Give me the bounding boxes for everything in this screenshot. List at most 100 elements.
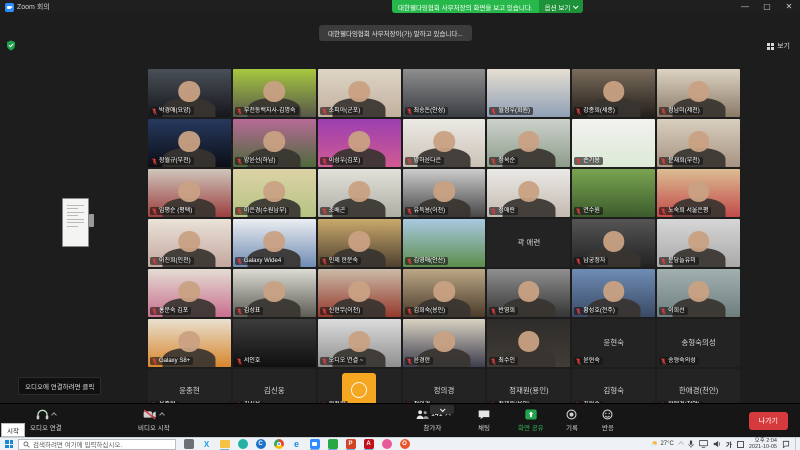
zoom-icon[interactable] — [308, 438, 321, 450]
participant-tile[interactable]: 정옥순 — [487, 119, 570, 167]
participant-tile[interactable]: Galaxy Wide4 — [233, 219, 316, 267]
participant-name-label: 분당늘유미 — [659, 257, 699, 265]
ime-options-icon[interactable] — [737, 441, 744, 448]
mic-muted-icon — [237, 108, 242, 115]
participant-tile[interactable]: 조배곤 — [318, 169, 401, 217]
record-button[interactable]: 기록 — [566, 409, 578, 432]
participant-tile[interactable]: 최수인 — [487, 319, 570, 367]
ime-indicator[interactable]: 가 — [726, 439, 732, 449]
participant-tile[interactable]: 문재희(부천) — [657, 119, 740, 167]
reactions-button[interactable]: 반응 — [602, 409, 614, 432]
reactions-label: 반응 — [602, 422, 614, 432]
participant-name-centered: 정재원(용인) — [487, 385, 570, 396]
task-view-icon[interactable] — [182, 438, 195, 450]
system-tray: 27°C 가 오후 2:04 2021-10-05 — [650, 438, 800, 450]
participant-tile[interactable]: 월정우(회원) — [487, 69, 570, 117]
join-audio-button[interactable]: 오디오 연결 — [30, 409, 62, 432]
participant-tile[interactable]: 소피아(군포) — [318, 69, 401, 117]
close-button[interactable]: ✕ — [778, 0, 800, 13]
green-app-icon[interactable] — [326, 438, 339, 450]
preview-drag-handle[interactable] — [89, 214, 94, 227]
participant-tile[interactable]: Galaxy S8+ — [148, 319, 231, 367]
chat-button[interactable]: 채팅 — [478, 409, 490, 432]
view-options-button[interactable]: 옵션 보기 — [539, 0, 584, 13]
vscode-icon[interactable]: X — [200, 438, 213, 450]
participant-tile[interactable]: 김영애(안산) — [403, 219, 486, 267]
participant-tile[interactable]: 인제 한문숙 — [318, 219, 401, 267]
participant-tile[interactable]: 이성우(김포) — [318, 119, 401, 167]
participant-tile[interactable]: 오디오 연결 ~ — [318, 319, 401, 367]
participant-tile[interactable]: 부천동백지사-김명숙 — [233, 69, 316, 117]
notification-center-icon[interactable] — [782, 440, 790, 448]
participant-tile[interactable]: 윤현숙윤현숙 — [572, 319, 655, 367]
start-button[interactable] — [0, 438, 18, 450]
participant-face — [179, 231, 201, 251]
acrobat-icon[interactable]: A — [362, 438, 375, 450]
kakao-icon[interactable] — [236, 438, 249, 450]
participant-tile[interactable]: 강종희(세종) — [572, 69, 655, 117]
powerpoint-icon[interactable]: P — [344, 438, 357, 450]
grid-collapse-button[interactable] — [430, 405, 454, 414]
participant-face — [348, 81, 370, 101]
participant-tile[interactable]: 남궁정자 — [572, 219, 655, 267]
participant-tile[interactable]: 김성표 — [233, 269, 316, 317]
participant-name-label: 신현무(이천) — [320, 307, 364, 315]
participant-tile[interactable]: 이진희(인천) — [148, 219, 231, 267]
participant-tile[interactable]: 김희숙(용인) — [403, 269, 486, 317]
show-desktop-button[interactable] — [795, 438, 798, 450]
participant-tile[interactable]: 정애란 — [487, 169, 570, 217]
video-options-caret[interactable] — [160, 412, 166, 418]
participant-tile[interactable]: 서인호 — [233, 319, 316, 367]
participant-tile[interactable]: 신현무(이천) — [318, 269, 401, 317]
participant-tile[interactable]: 황성호(전주) — [572, 269, 655, 317]
participant-tile[interactable]: 윤경한 — [403, 319, 486, 367]
participant-tile[interactable]: 연수원 — [572, 169, 655, 217]
participant-tile[interactable]: 유득용(이천) — [403, 169, 486, 217]
chat-icon — [478, 409, 490, 420]
taskbar-clock[interactable]: 오후 2:04 2021-10-05 — [749, 438, 777, 450]
participant-tile[interactable]: 양윤선(하남) — [233, 119, 316, 167]
opera-icon[interactable]: O — [398, 438, 411, 450]
audio-options-caret[interactable] — [51, 412, 57, 418]
floating-preview-window[interactable] — [62, 198, 89, 247]
participant-tile[interactable]: 정남미(제천) — [657, 69, 740, 117]
tray-display-icon[interactable] — [699, 440, 708, 448]
security-shield-icon[interactable] — [6, 40, 16, 51]
participant-tile[interactable]: 분당늘유미 — [657, 219, 740, 267]
weather-widget[interactable]: 27°C — [650, 440, 673, 448]
tray-volume-icon[interactable] — [713, 440, 721, 448]
participant-tile[interactable]: 반영희 — [487, 269, 570, 317]
view-button[interactable]: 보기 — [767, 41, 790, 51]
participant-tile[interactable]: 임평순 (평택) — [148, 169, 231, 217]
hidden-icons-chevron[interactable] — [678, 441, 684, 447]
share-screen-button[interactable]: 화면 공유 — [518, 409, 544, 432]
participant-tile[interactable]: 노숙희 서울은평 — [657, 169, 740, 217]
tray-mic-icon[interactable] — [688, 440, 694, 448]
ie-icon[interactable]: e — [290, 438, 303, 450]
taskbar-search-input[interactable]: 검색하려면 여기에 입력하십시오. — [18, 439, 176, 450]
minimize-button[interactable]: — — [734, 0, 756, 13]
start-video-button[interactable]: 비디오 시작 — [138, 409, 170, 432]
participant-tile[interactable]: 이희선 — [657, 269, 740, 317]
leave-button[interactable]: 나가기 — [749, 412, 788, 430]
photos-icon[interactable] — [380, 438, 393, 450]
edge-icon[interactable]: C — [254, 438, 267, 450]
mic-muted-icon — [661, 208, 666, 215]
participant-tile[interactable]: 홍문숙 김포 — [148, 269, 231, 317]
participant-tile[interactable]: 곽 애련 — [487, 219, 570, 267]
mic-muted-icon — [322, 358, 327, 365]
file-explorer-icon[interactable] — [218, 438, 231, 450]
participant-tile[interactable]: 박경애(요양) — [148, 69, 231, 117]
mic-muted-icon — [152, 108, 157, 115]
participant-name-label: 부천동백지사-김명숙 — [235, 107, 299, 115]
participant-tile[interactable]: 최송돈(안성) — [403, 69, 486, 117]
chrome-icon[interactable] — [272, 438, 285, 450]
headphones-icon — [36, 409, 49, 420]
participant-tile[interactable]: 손기용 — [572, 119, 655, 167]
window-title: Zoom 회의 — [17, 2, 50, 12]
participant-tile[interactable]: 이은경(수원남부) — [233, 169, 316, 217]
maximize-button[interactable]: ▢ — [756, 0, 778, 13]
participant-tile[interactable]: 장월규(부천) — [148, 119, 231, 167]
participant-tile[interactable]: 송형숙의성송형숙의성 — [657, 319, 740, 367]
participant-tile[interactable]: 양하윤다은 — [403, 119, 486, 167]
